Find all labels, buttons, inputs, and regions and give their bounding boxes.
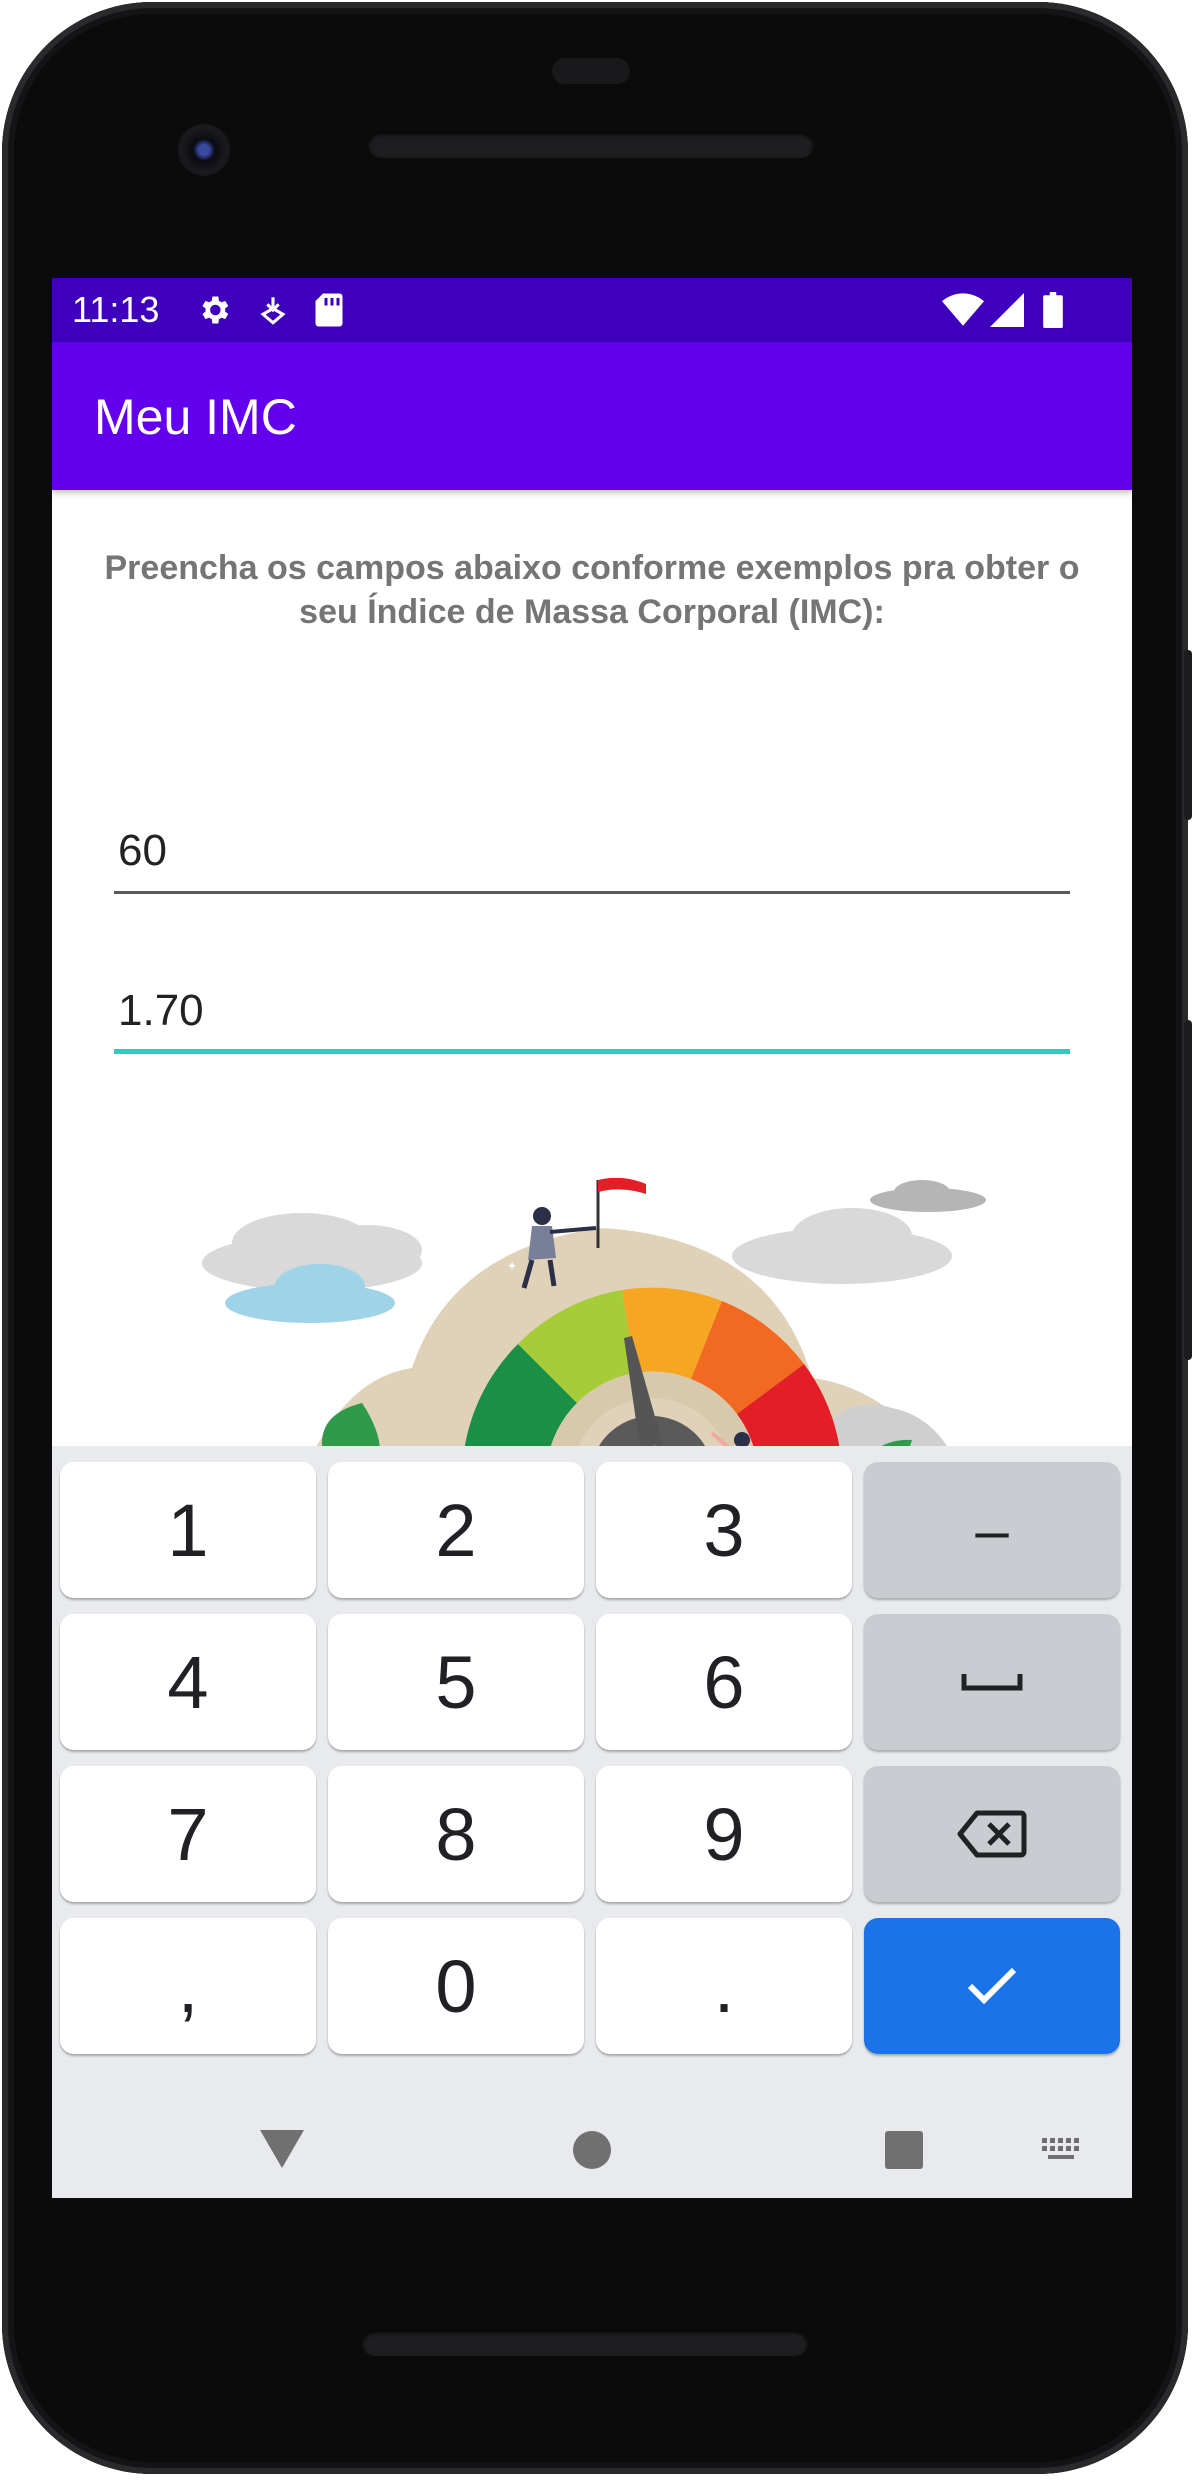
key-8[interactable]: 8 [328, 1766, 584, 1902]
key-2[interactable]: 2 [328, 1462, 584, 1598]
key-5[interactable]: 5 [328, 1614, 584, 1750]
power-button [1184, 1020, 1192, 1360]
done-key[interactable] [864, 1918, 1120, 2054]
app-bar: Meu IMC [52, 342, 1132, 490]
key-minus[interactable]: – [864, 1462, 1120, 1598]
checkmark-icon [967, 1967, 1017, 2005]
bmi-gauge-illustration: ✦ ✦ [202, 1178, 986, 1478]
numeric-keyboard: 1 2 3 – 4 5 6 7 8 9 , 0 . [52, 1446, 1132, 2198]
top-speaker [368, 132, 814, 158]
backspace-icon [957, 1810, 1027, 1858]
key-1[interactable]: 1 [60, 1462, 316, 1598]
key-3[interactable]: 3 [596, 1462, 852, 1598]
back-icon[interactable] [258, 2128, 306, 2170]
weight-underline [114, 891, 1070, 894]
cloud-right [732, 1208, 952, 1284]
key-6[interactable]: 6 [596, 1614, 852, 1750]
phone-frame: 11:13 Meu IMC Preencha os campos abaixo … [0, 0, 1194, 2480]
key-7[interactable]: 7 [60, 1766, 316, 1902]
svg-text:✦: ✦ [507, 1259, 517, 1273]
weight-value: 60 [118, 826, 167, 875]
screen: 11:13 Meu IMC Preencha os campos abaixo … [52, 278, 1132, 2198]
signal-icon [990, 292, 1024, 333]
key-period[interactable]: . [596, 1918, 852, 2054]
key-0[interactable]: 0 [328, 1918, 584, 2054]
height-input[interactable]: 1.70 [114, 974, 1070, 1054]
sd-card-icon [314, 292, 344, 333]
navigation-bar [52, 2098, 1132, 2198]
status-bar: 11:13 [52, 278, 1132, 342]
settings-icon [196, 292, 232, 333]
weight-input[interactable]: 60 [114, 814, 1070, 894]
height-value: 1.70 [118, 986, 204, 1035]
wifi-icon [942, 292, 984, 333]
backspace-key[interactable] [864, 1766, 1120, 1902]
earpiece-sensor [552, 58, 630, 84]
bottom-speaker [362, 2330, 808, 2356]
recents-icon[interactable] [884, 2130, 924, 2170]
home-icon[interactable] [572, 2130, 612, 2170]
space-key[interactable] [864, 1614, 1120, 1750]
keyboard-switch-icon[interactable] [1040, 2136, 1084, 2164]
status-time: 11:13 [72, 289, 160, 330]
space-icon [961, 1674, 1023, 1691]
height-underline-focused [114, 1049, 1070, 1054]
key-4[interactable]: 4 [60, 1614, 316, 1750]
download-icon [256, 292, 290, 333]
cloud-small [870, 1180, 986, 1212]
key-9[interactable]: 9 [596, 1766, 852, 1902]
svg-text:✦: ✦ [802, 1326, 814, 1342]
key-comma[interactable]: , [60, 1918, 316, 2054]
volume-button [1184, 650, 1192, 820]
instructions-text: Preencha os campos abaixo conforme exemp… [104, 549, 1080, 631]
app-title: Meu IMC [94, 389, 297, 445]
front-camera [178, 124, 230, 176]
battery-icon [1042, 292, 1064, 333]
